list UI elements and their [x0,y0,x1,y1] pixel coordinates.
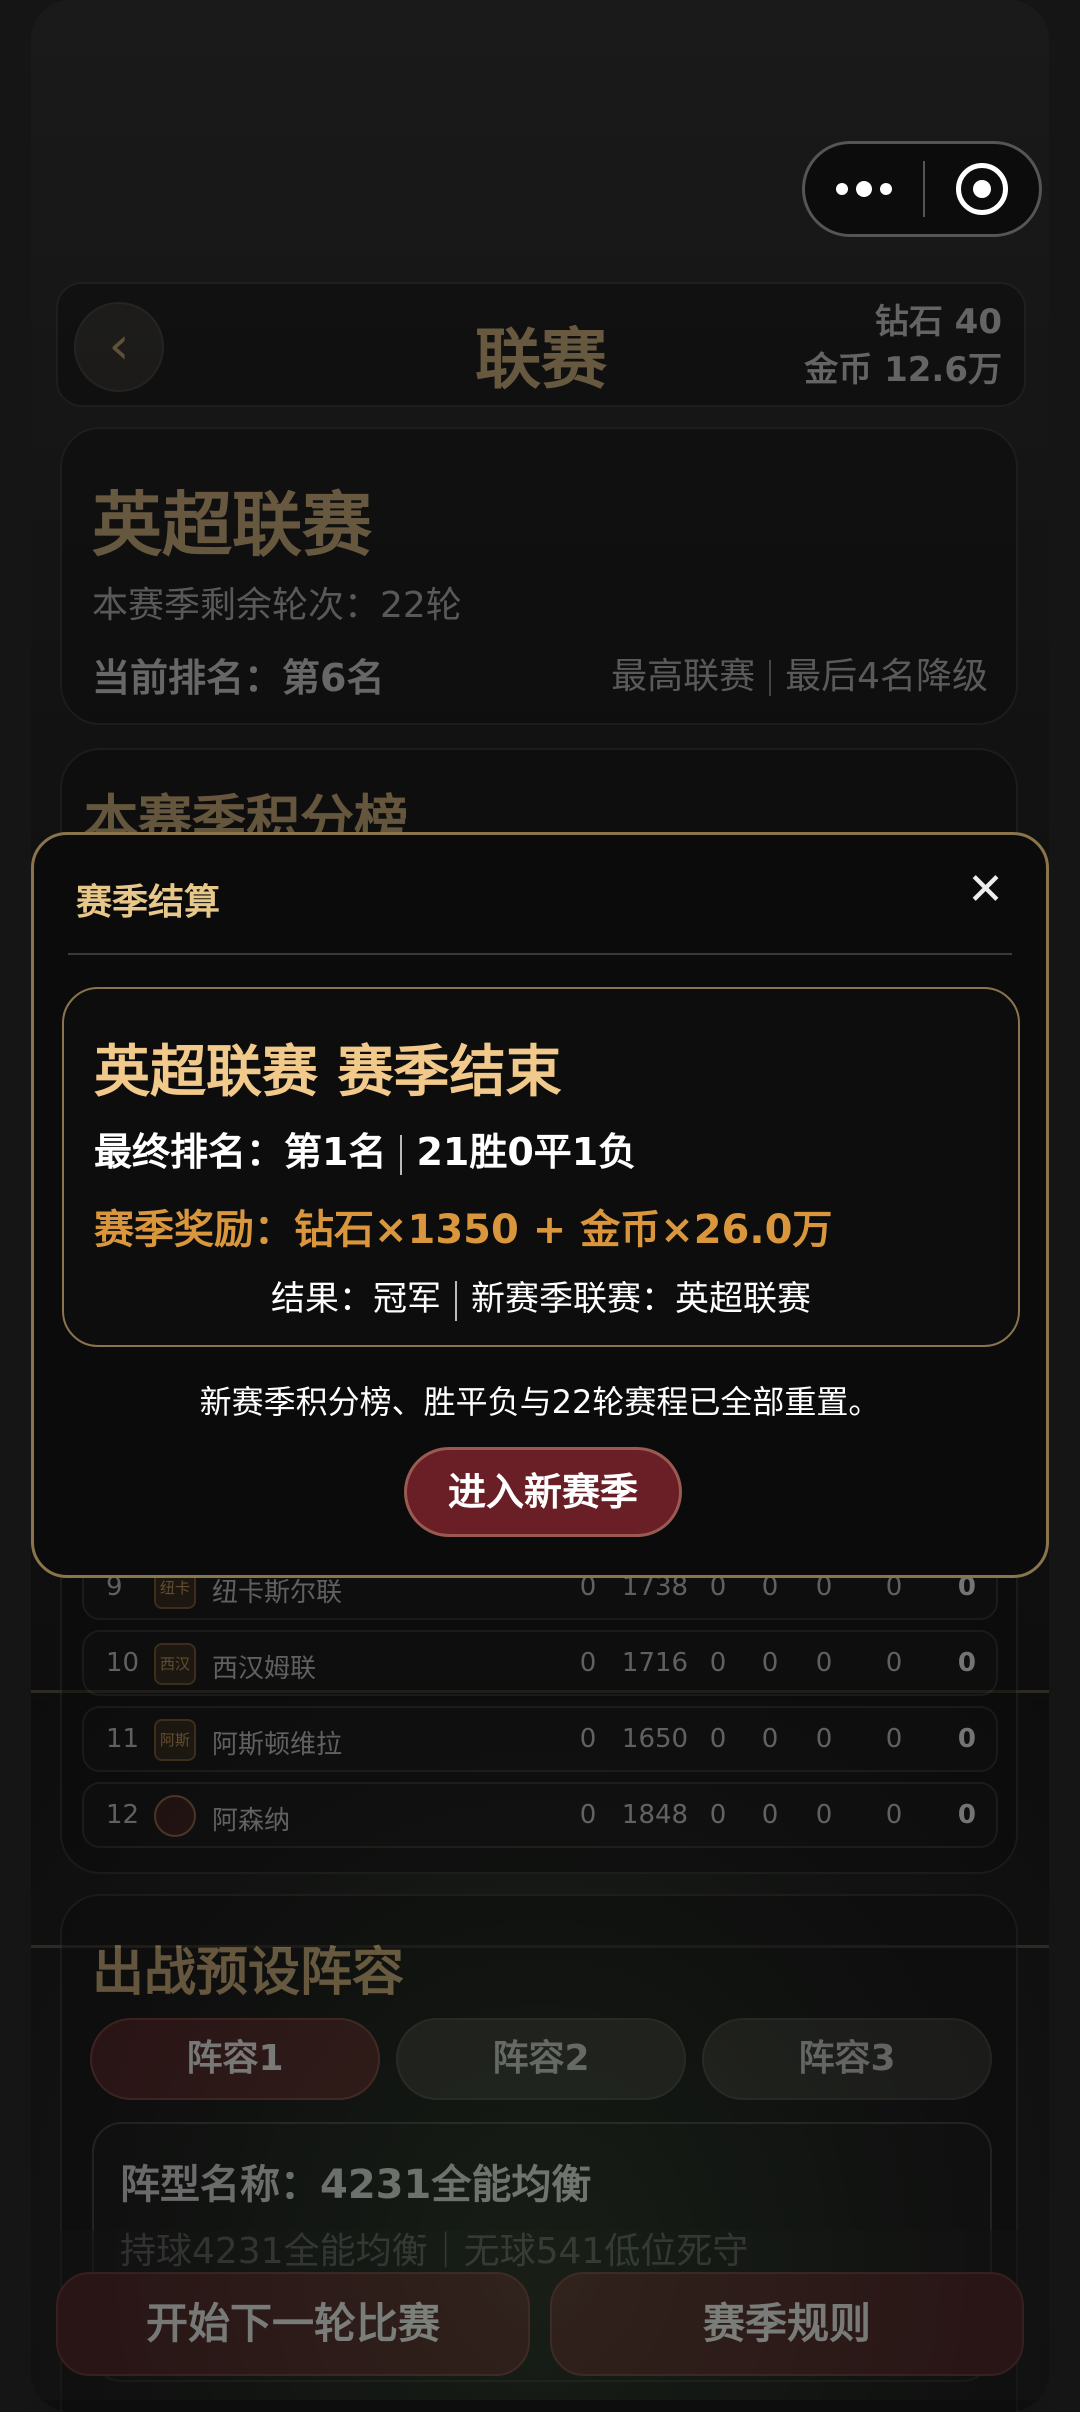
next-match-button[interactable]: 开始下一轮比赛 [56,2272,530,2376]
played: 0 [579,1648,597,1678]
final-rank-line: 最终排名：第1名 21胜0平1负 [94,1121,636,1176]
modal-title: 赛季结算 [76,882,221,923]
tab-lineup-2[interactable]: 阵容2 [396,2018,686,2100]
team-name: 阿斯顿维拉 [212,1730,343,1760]
team-name: 阿森纳 [212,1806,291,1836]
draws: 0 [761,1724,779,1754]
close-miniprogram-target-icon[interactable] [925,163,1039,215]
currency-display: 钻石 40 金币 12.6万 [804,298,1002,394]
table-row[interactable]: 10 西汉 西汉姆联 0 1716 0 0 0 0 0 [82,1630,998,1696]
points: 0 [957,1648,976,1678]
played: 0 [579,1724,597,1754]
remaining-rounds: 本赛季剩余轮次：22轮 [92,585,462,626]
top-header: ‹ 联赛 钻石 40 金币 12.6万 [56,282,1026,407]
final-rank: 最终排名：第1名 [94,1130,387,1174]
losses: 0 [815,1648,833,1678]
enter-new-season-button[interactable]: 进入新赛季 [404,1447,682,1537]
outcome: 结果：冠军 [271,1279,441,1319]
draws: 0 [761,1800,779,1830]
modal-divider [68,953,1012,955]
outcome-line: 结果：冠军 新赛季联赛：英超联赛 [64,1271,1018,1321]
close-icon[interactable]: ✕ [967,865,1004,915]
rating: 1716 [621,1648,689,1678]
rating: 1650 [621,1724,689,1754]
next-season-league: 新赛季联赛：英超联赛 [471,1279,811,1319]
arsenal-crest-icon [154,1795,196,1837]
formation-name: 阵型名称：4231全能均衡 [120,2162,592,2208]
wins: 0 [709,1724,727,1754]
losses: 0 [815,1724,833,1754]
points: 0 [957,1724,976,1754]
goal-diff: 0 [885,1800,903,1830]
row-rank: 10 [106,1648,140,1678]
league-tags: 最高联赛 最后4名降级 [611,647,988,699]
relegation-tag: 最后4名降级 [785,656,988,697]
team-badge-icon: 西汉 [154,1643,196,1685]
row-rank: 11 [106,1724,140,1754]
season-result-box: 英超联赛 赛季结束 最终排名：第1名 21胜0平1负 赛季奖励：钻石×1350 +… [62,987,1020,1347]
miniprogram-capsule [802,141,1042,237]
goal-diff: 0 [885,1724,903,1754]
gold-count: 金币 12.6万 [804,350,1002,390]
season-rules-button[interactable]: 赛季规则 [550,2272,1024,2376]
team-badge-icon: 阿斯 [154,1719,196,1761]
league-info-card: 英超联赛 本赛季剩余轮次：22轮 当前排名：第6名 最高联赛 最后4名降级 [60,427,1018,725]
wins: 0 [709,1800,727,1830]
tab-lineup-3[interactable]: 阵容3 [702,2018,992,2100]
season-reward: 赛季奖励：钻石×1350 + 金币×26.0万 [94,1207,833,1253]
team-name: 西汉姆联 [212,1654,317,1684]
draws: 0 [761,1648,779,1678]
losses: 0 [815,1800,833,1830]
league-name: 英超联赛 [92,484,372,566]
lineup-title: 出战预设阵容 [92,1943,405,2003]
result-title: 英超联赛 赛季结束 [94,1040,562,1105]
tab-lineup-1[interactable]: 阵容1 [90,2018,380,2100]
top-league-tag: 最高联赛 [611,656,756,697]
points: 0 [957,1800,976,1830]
reset-note: 新赛季积分榜、胜平负与22轮赛程已全部重置。 [199,1383,881,1421]
played: 0 [579,1800,597,1830]
rating: 1848 [621,1800,689,1830]
season-settlement-modal: 赛季结算 ✕ 英超联赛 赛季结束 最终排名：第1名 21胜0平1负 赛季奖励：钻石… [31,832,1049,1578]
win-draw-loss-record: 21胜0平1负 [416,1130,637,1174]
goal-diff: 0 [885,1648,903,1678]
row-rank: 12 [106,1800,140,1830]
table-row[interactable]: 11 阿斯 阿斯顿维拉 0 1650 0 0 0 0 0 [82,1706,998,1772]
table-row[interactable]: 12 阿森纳 0 1848 0 0 0 0 0 [82,1782,998,1848]
more-dots-icon[interactable] [805,181,923,197]
current-rank: 当前排名：第6名 [92,656,385,700]
diamond-count: 钻石 40 [874,302,1002,342]
wins: 0 [709,1648,727,1678]
